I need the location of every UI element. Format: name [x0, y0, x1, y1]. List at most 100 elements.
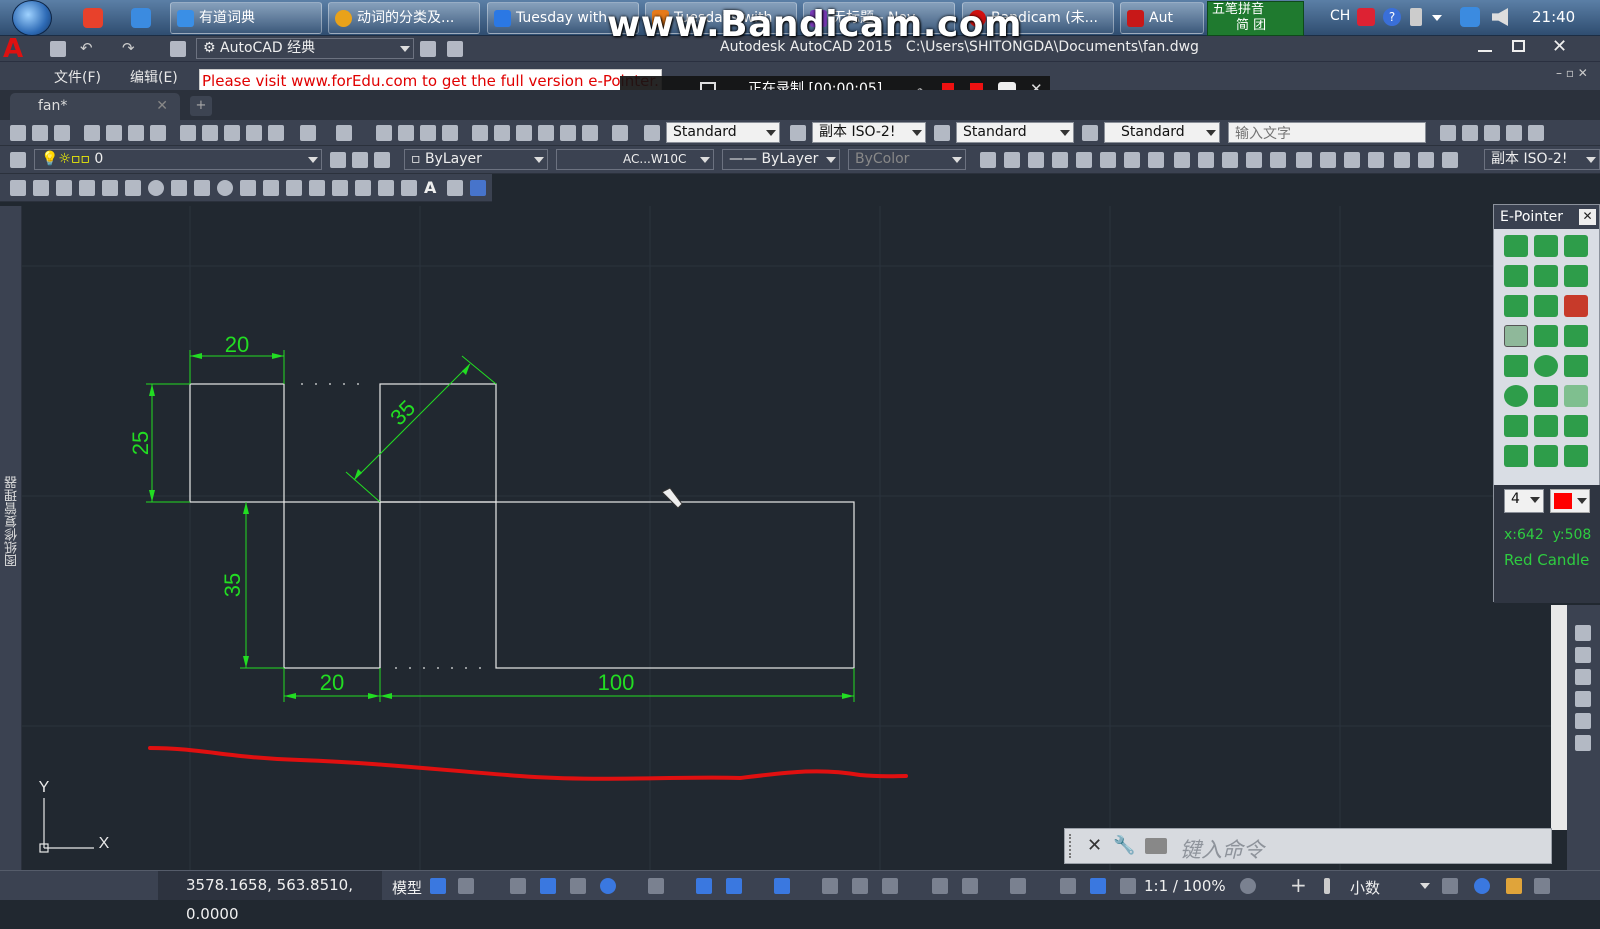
table-style-icon[interactable] [934, 125, 950, 141]
markup-icon[interactable] [560, 125, 576, 141]
command-input[interactable]: 键入命令 [1180, 834, 1264, 864]
make-block-icon[interactable] [286, 180, 302, 196]
dim-linear-icon[interactable] [980, 152, 996, 168]
pointer-icon[interactable] [1534, 445, 1558, 467]
filled-rect-icon[interactable] [1564, 355, 1588, 377]
save-icon[interactable] [1534, 235, 1558, 257]
saveas-icon[interactable] [447, 41, 463, 57]
save-icon[interactable] [54, 125, 70, 141]
sheet-set-icon[interactable] [538, 125, 554, 141]
view-tool-icon[interactable] [1575, 625, 1591, 641]
plotstyle-select[interactable]: ByColor [848, 149, 966, 170]
inspection-icon[interactable] [1344, 152, 1360, 168]
clear-icon[interactable] [1564, 295, 1588, 317]
copy-icon[interactable] [202, 125, 218, 141]
quick-properties-icon[interactable] [1442, 878, 1458, 894]
dim-baseline-icon[interactable] [1198, 152, 1214, 168]
grip-handle[interactable] [1069, 834, 1077, 858]
publish-icon[interactable] [128, 125, 144, 141]
pen-color-select[interactable] [1550, 489, 1590, 513]
region-icon[interactable] [378, 180, 394, 196]
zoom-icon[interactable] [1564, 415, 1588, 437]
tolerance-icon[interactable] [1296, 152, 1312, 168]
isodraft-icon[interactable] [648, 878, 664, 894]
clock[interactable]: 21:40 [1532, 8, 1575, 26]
close-icon[interactable]: ✕ [1579, 209, 1596, 225]
help-icon[interactable] [612, 125, 628, 141]
dim-style-icon[interactable] [790, 125, 806, 141]
rectangle-icon[interactable] [102, 180, 118, 196]
task-chrome[interactable]: 动词的分类及... [328, 2, 480, 34]
ellipse-icon[interactable] [217, 180, 233, 196]
undo-icon[interactable]: ↶ [80, 39, 93, 57]
close-tab-icon[interactable]: ✕ [156, 93, 168, 119]
print-icon[interactable] [1504, 265, 1528, 287]
cut-icon[interactable] [180, 125, 196, 141]
web-icon[interactable] [150, 125, 166, 141]
mleader-style-select[interactable]: Standard [1104, 122, 1220, 143]
units-select[interactable]: 小数 [1350, 877, 1380, 898]
customization-icon[interactable] [1534, 878, 1550, 894]
new-tab-icon[interactable]: + [190, 96, 212, 116]
ellipse-arc-icon[interactable] [240, 180, 256, 196]
filled-ellipse-icon[interactable] [1504, 385, 1528, 407]
annotate-icon[interactable] [1484, 125, 1500, 141]
pan-icon[interactable] [376, 125, 392, 141]
coordinate-readout[interactable]: 3578.1658, 563.8510, 0.0000 [158, 871, 382, 923]
task-youdao[interactable]: 有道词典 [170, 2, 322, 34]
linetype-select[interactable]: AC...W10C [556, 149, 714, 170]
minimize-icon[interactable] [1478, 50, 1492, 52]
quick-dim-icon[interactable] [1174, 152, 1190, 168]
zoom-window-icon[interactable] [420, 125, 436, 141]
polyline-icon[interactable] [56, 180, 72, 196]
marker-icon[interactable] [1534, 295, 1558, 317]
arc-icon[interactable] [125, 180, 141, 196]
dim-radius-icon[interactable] [1076, 152, 1092, 168]
snapshot-icon[interactable] [1564, 235, 1588, 257]
dim-arc-icon[interactable] [1028, 152, 1044, 168]
view-tool-icon[interactable] [1575, 669, 1591, 685]
tool-palettes-icon[interactable] [516, 125, 532, 141]
pen-icon[interactable] [1504, 325, 1528, 347]
view-tool-icon[interactable] [1575, 735, 1591, 751]
open-icon[interactable] [170, 41, 186, 57]
undo-icon[interactable] [300, 125, 316, 141]
annotate-icon[interactable] [1462, 125, 1478, 141]
ime-toolbar[interactable]: 五笔拼音简 团 [1207, 1, 1304, 36]
annotation-scale-select[interactable]: 1:1 / 100% [1144, 877, 1226, 895]
text-style-select[interactable]: Standard [666, 122, 780, 143]
annotation-visibility-icon[interactable] [1060, 878, 1076, 894]
annotate-icon[interactable] [1528, 125, 1544, 141]
tray-expand-icon[interactable] [1432, 15, 1442, 21]
layer-previous-icon[interactable] [352, 152, 368, 168]
undo-icon[interactable] [1504, 415, 1528, 437]
construction-line-icon[interactable] [33, 180, 49, 196]
help-icon[interactable] [1564, 445, 1588, 467]
dim-space-icon[interactable] [1246, 152, 1262, 168]
revcloud-icon[interactable] [171, 180, 187, 196]
hardware-acceleration-icon[interactable] [1474, 878, 1490, 894]
search-input[interactable] [1228, 122, 1426, 143]
zoom-realtime-icon[interactable] [398, 125, 414, 141]
infer-constraints-icon[interactable] [510, 878, 526, 894]
epointer-launch-icon[interactable] [470, 180, 486, 196]
color-select[interactable]: ▫ ByLayer [404, 149, 548, 170]
dim-ordinate-icon[interactable] [1052, 152, 1068, 168]
mleader-style-icon[interactable] [1082, 125, 1098, 141]
open-folder-icon[interactable] [420, 41, 436, 57]
3d-osnap-icon[interactable] [882, 878, 898, 894]
chevron-down-icon[interactable] [1420, 883, 1430, 889]
redo-icon[interactable]: ↷ [122, 39, 135, 57]
stamp-icon[interactable] [1564, 385, 1588, 407]
drawing-recovery-palette[interactable]: 图纸修复管理器 [0, 206, 22, 870]
gradient-icon[interactable] [355, 180, 371, 196]
command-prompt-icon[interactable] [1145, 838, 1167, 854]
dim-style-select[interactable]: 副本 ISO-2! [812, 122, 926, 143]
dim-continue-icon[interactable] [1222, 152, 1238, 168]
start-button[interactable] [12, 0, 52, 36]
zoom-previous-icon[interactable] [442, 125, 458, 141]
app-quicklaunch-icon[interactable] [131, 8, 151, 28]
gear-icon[interactable] [1240, 878, 1256, 894]
point-icon[interactable] [309, 180, 325, 196]
whiteboard-icon[interactable] [1534, 415, 1558, 437]
